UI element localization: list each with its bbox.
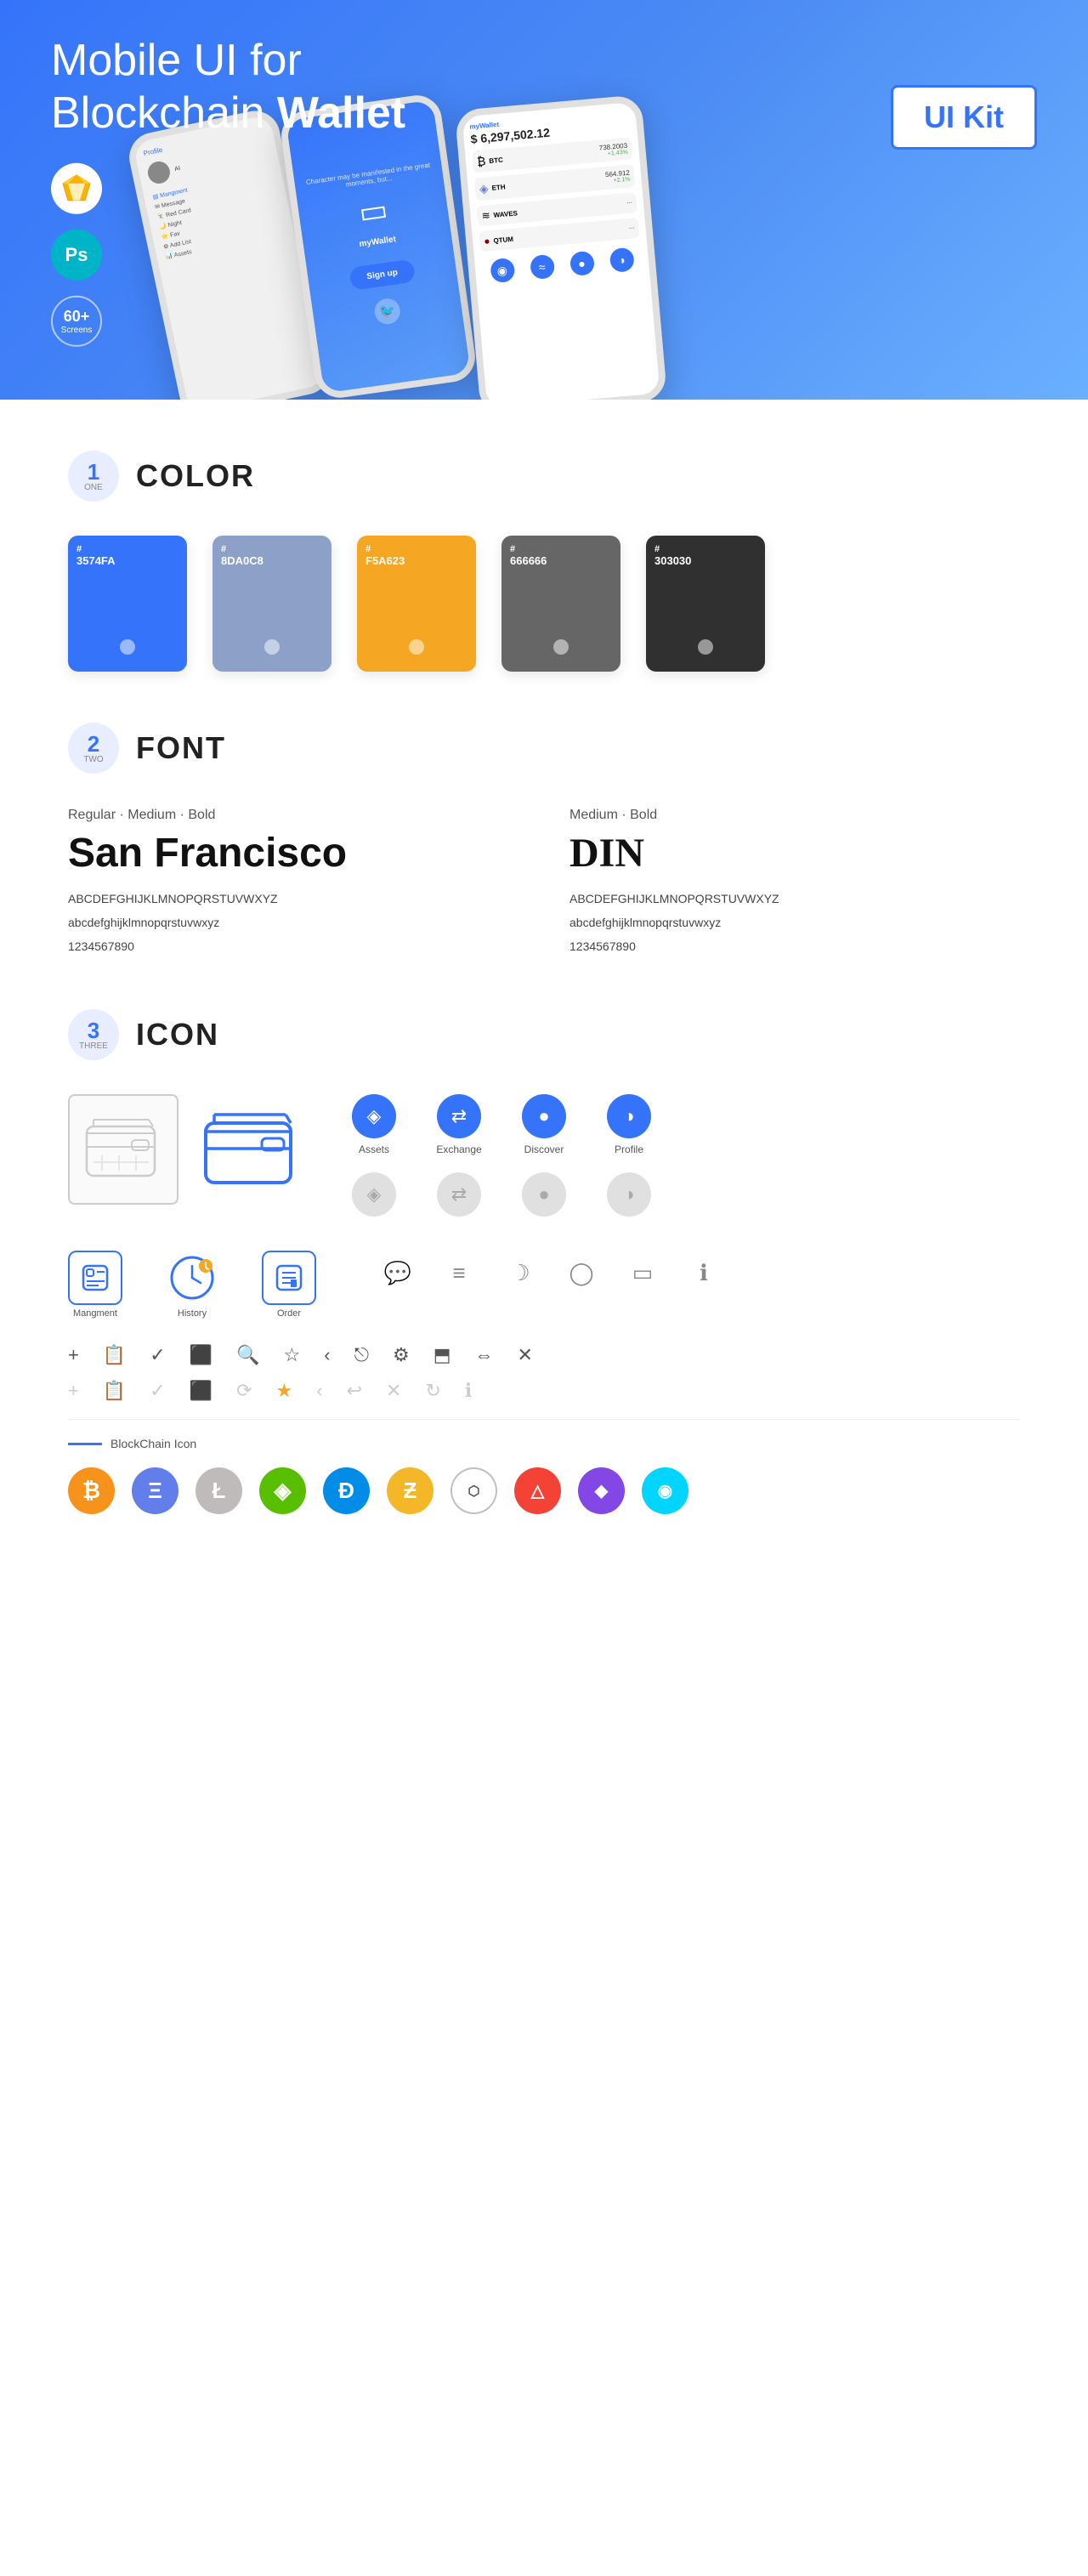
color-swatch-2: # F5A623 (357, 536, 476, 672)
color-swatches: # 3574FA # 8DA0C8 # F5A623 (68, 536, 1020, 672)
icon-profile: ◑ Profile (595, 1094, 663, 1155)
font-grid: Regular · Medium · Bold San Francisco AB… (68, 808, 1020, 958)
ethereum-icon: Ξ (132, 1467, 178, 1514)
search-icon-outline: ⟳ (236, 1380, 252, 1402)
icon-top-row: ◈ Assets ⇄ Exchange ● Discover ◑ Profile (68, 1094, 1020, 1217)
document-edit-icon: 📋 (103, 1344, 126, 1366)
stack-icon: ≡ (437, 1251, 481, 1295)
font-section-title: FONT (136, 730, 226, 766)
skycoin-icon: ◉ (642, 1467, 688, 1514)
hero-title: Mobile UI for Blockchain Wallet (51, 34, 493, 140)
bitcoin-icon: ₿ (68, 1467, 115, 1514)
share-icon-outline: ↩ (347, 1380, 362, 1402)
icon-section: 3 THREE ICON (68, 1009, 1020, 1514)
close-icon-outline: ✕ (386, 1380, 401, 1402)
icon-history: History (165, 1251, 219, 1319)
hero-section: Mobile UI for Blockchain Wallet UI Kit P… (0, 0, 1088, 400)
ps-badge: Ps (51, 230, 102, 281)
star-icon: ☆ (284, 1344, 301, 1366)
plus-icon: + (68, 1344, 79, 1366)
main-content: 1 ONE COLOR # 3574FA # 8DA0C8 (0, 400, 1088, 1616)
chat-icon: 💬 (376, 1251, 420, 1295)
qr-icon-outline: ⬛ (190, 1380, 212, 1402)
crypto-icons-row: ₿ Ξ Ł ◈ Đ Ƶ ⬡ △ ◆ ◉ (68, 1467, 1020, 1514)
box-arrow-icon: ⬒ (434, 1344, 451, 1366)
icon-discover: ● Discover (510, 1094, 578, 1155)
icon-exchange: ⇄ Exchange (425, 1094, 493, 1155)
sketch-badge (51, 163, 102, 214)
misc-icons: 💬 ≡ ☽ ◯ ▭ ℹ (376, 1251, 726, 1295)
plus-icon-outline: + (68, 1380, 79, 1402)
gear-icon: ⚙ (393, 1344, 410, 1366)
chevron-left-icon-outline: ‹ (316, 1380, 322, 1402)
document-edit-icon-outline: 📋 (103, 1380, 126, 1402)
star-icon-filled: ★ (276, 1380, 293, 1402)
font-section-header: 2 TWO FONT (68, 723, 1020, 774)
icon-exchange-outline: ⇄ (425, 1172, 493, 1217)
small-icon-row-1: + 📋 ✓ ⬛ 🔍 ☆ ‹ ⎋ ⚙ ⬒ ⇔ ✕ (68, 1344, 1020, 1366)
font-din: Medium · Bold DIN ABCDEFGHIJKLMNOPQRSTUV… (570, 808, 1020, 958)
phone-right: myWallet $ 6,297,502.12 ₿BTC 738.2003+1.… (455, 94, 668, 400)
screens-badge: 60+ Screens (51, 296, 102, 347)
wallet-filled (196, 1094, 306, 1205)
font-section-number: 2 TWO (68, 723, 119, 774)
font-sf: Regular · Medium · Bold San Francisco AB… (68, 808, 518, 958)
color-swatch-0: # 3574FA (68, 536, 187, 672)
icon-order: Order (262, 1251, 316, 1319)
blockchain-label: BlockChain Icon (68, 1437, 1020, 1450)
wallet-wireframe (68, 1094, 178, 1205)
color-swatch-1: # 8DA0C8 (212, 536, 332, 672)
icon-section-number: 3 THREE (68, 1009, 119, 1060)
forward-icon-outline: ↻ (425, 1380, 440, 1402)
matic-icon: ◆ (578, 1467, 625, 1514)
check-icon-outline: ✓ (150, 1380, 165, 1402)
hero-badges: Ps 60+ Screens (51, 163, 102, 347)
icon-assets: ◈ Assets (340, 1094, 408, 1155)
litecoin-icon: Ł (196, 1467, 242, 1514)
nav-icons: ◈ Assets ⇄ Exchange ● Discover ◑ Profile (340, 1094, 663, 1217)
icon-section-title: ICON (136, 1017, 219, 1053)
color-section-title: COLOR (136, 458, 255, 494)
color-section: 1 ONE COLOR # 3574FA # 8DA0C8 (68, 451, 1020, 672)
qr-icon: ⬛ (190, 1344, 212, 1366)
small-icon-row-2: + 📋 ✓ ⬛ ⟳ ★ ‹ ↩ ✕ ↻ ℹ (68, 1380, 1020, 1402)
close-icon: ✕ (518, 1344, 533, 1366)
icon-profile-outline: ◑ (595, 1172, 663, 1217)
color-swatch-4: # 303030 (646, 536, 765, 672)
divider (68, 1419, 1020, 1420)
info-icon-outline: ℹ (465, 1380, 472, 1402)
icon-section-header: 3 THREE ICON (68, 1009, 1020, 1060)
expand-icon: ⇔ (475, 1344, 494, 1366)
share-icon: ⎋ (354, 1344, 369, 1366)
blockchain-line (68, 1443, 102, 1445)
ark-icon: △ (514, 1467, 561, 1514)
color-swatch-3: # 666666 (502, 536, 620, 672)
iota-icon: ⬡ (450, 1467, 497, 1514)
info-icon: ℹ (682, 1251, 726, 1295)
color-section-number: 1 ONE (68, 451, 119, 502)
color-section-header: 1 ONE COLOR (68, 451, 1020, 502)
neo-icon: ◈ (259, 1467, 306, 1514)
icon-discover-outline: ● (510, 1172, 578, 1217)
icon-assets-outline: ◈ (340, 1172, 408, 1217)
search-icon: 🔍 (236, 1344, 259, 1366)
font-section: 2 TWO FONT Regular · Medium · Bold San F… (68, 723, 1020, 958)
chevron-left-icon: ‹ (324, 1344, 330, 1366)
circle-icon: ◯ (559, 1251, 604, 1295)
moon-icon: ☽ (498, 1251, 542, 1295)
message-icon: ▭ (620, 1251, 665, 1295)
icon-management: Mangment (68, 1251, 122, 1319)
zcash-icon: Ƶ (387, 1467, 434, 1514)
check-icon: ✓ (150, 1344, 165, 1366)
middle-icon-row: Mangment History (68, 1251, 1020, 1319)
dash-icon: Đ (323, 1467, 370, 1514)
